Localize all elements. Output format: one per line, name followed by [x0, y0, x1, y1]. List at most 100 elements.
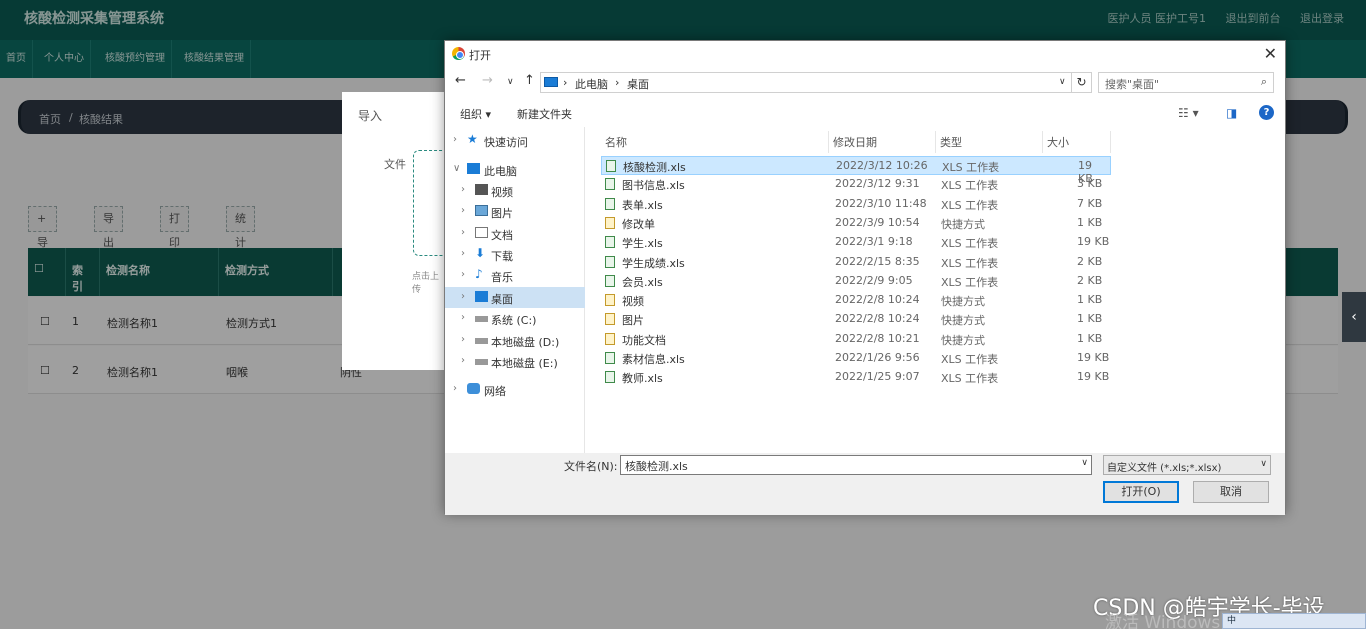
- file-row[interactable]: 素材信息.xls 2022/1/26 9:56 XLS 工作表 19 KB: [601, 349, 1111, 368]
- help-icon[interactable]: ?: [1259, 105, 1274, 120]
- file-row[interactable]: 学生成绩.xls 2022/2/15 8:35 XLS 工作表 2 KB: [601, 253, 1111, 272]
- excel-file-icon: [605, 371, 615, 384]
- tree-item-drive-e[interactable]: › 本地磁盘 (E:): [445, 351, 585, 372]
- tree-item-network[interactable]: › 网络: [445, 379, 585, 400]
- file-date: 2022/3/12 9:31: [835, 177, 920, 191]
- tree-label: 系统 (C:): [491, 314, 537, 327]
- file-type: 快捷方式: [941, 314, 985, 328]
- ime-mode[interactable]: 中: [1227, 616, 1236, 626]
- file-date: 2022/2/8 10:24: [835, 293, 920, 307]
- col-type-header[interactable]: 类型: [936, 131, 1043, 153]
- chevron-right-icon[interactable]: ›: [461, 334, 465, 345]
- file-type: XLS 工作表: [941, 372, 999, 386]
- file-name: 表单.xls: [622, 198, 663, 212]
- refresh-icon[interactable]: ↻: [1071, 72, 1092, 93]
- file-type: XLS 工作表: [941, 256, 999, 270]
- address-dropdown-icon[interactable]: ∨: [1059, 77, 1066, 87]
- tree-item-pictures[interactable]: › 图片: [445, 201, 585, 222]
- back-icon[interactable]: ←: [455, 73, 466, 88]
- tree-item-music[interactable]: › ♪ 音乐: [445, 265, 585, 286]
- tree-label: 本地磁盘 (E:): [491, 357, 558, 370]
- chevron-right-icon[interactable]: ›: [461, 312, 465, 323]
- file-size: 3 KB: [1077, 177, 1103, 191]
- file-name: 图片: [622, 314, 644, 328]
- chevron-right-icon[interactable]: ›: [453, 134, 457, 145]
- chevron-right-icon[interactable]: ›: [453, 383, 457, 394]
- chevron-right-icon[interactable]: ›: [461, 248, 465, 259]
- file-row[interactable]: 功能文档 2022/2/8 10:21 快捷方式 1 KB: [601, 330, 1111, 349]
- tree-item-videos[interactable]: › 视频: [445, 180, 585, 201]
- preview-pane-icon[interactable]: ◨: [1226, 106, 1237, 120]
- tree-item-desktop[interactable]: › 桌面: [445, 287, 585, 308]
- computer-icon: [467, 163, 480, 174]
- dialog-title: 打开: [469, 49, 491, 62]
- new-folder-button[interactable]: 新建文件夹: [517, 106, 572, 122]
- file-row[interactable]: 教师.xls 2022/1/25 9:07 XLS 工作表 19 KB: [601, 368, 1111, 387]
- chevron-right-icon[interactable]: ›: [461, 269, 465, 280]
- open-button[interactable]: 打开(O): [1103, 481, 1179, 503]
- file-date: 2022/1/25 9:07: [835, 370, 920, 384]
- file-row[interactable]: 视频 2022/2/8 10:24 快捷方式 1 KB: [601, 291, 1111, 310]
- file-size: 19 KB: [1077, 370, 1110, 384]
- tree-item-drive-c[interactable]: › 系统 (C:): [445, 308, 585, 329]
- tree-label: 音乐: [491, 271, 513, 284]
- col-name-header[interactable]: 名称: [601, 131, 829, 153]
- chrome-icon: [452, 47, 465, 60]
- tree-item-this-pc[interactable]: ∨ 此电脑: [445, 159, 585, 180]
- file-row[interactable]: 表单.xls 2022/3/10 11:48 XLS 工作表 7 KB: [601, 195, 1111, 214]
- import-dialog-title: 导入: [358, 109, 383, 123]
- file-date: 2022/3/10 11:48: [835, 196, 927, 210]
- file-type: XLS 工作表: [941, 237, 999, 251]
- file-type: XLS 工作表: [941, 179, 999, 193]
- view-options-icon[interactable]: ☷ ▾: [1178, 106, 1199, 120]
- chevron-right-icon[interactable]: ›: [461, 184, 465, 195]
- address-bar[interactable]: › 此电脑 › 桌面 ∨: [540, 72, 1092, 93]
- file-type: XLS 工作表: [941, 198, 999, 212]
- file-type: 快捷方式: [941, 333, 985, 347]
- dialog-footer: 文件名(N): 核酸检测.xls ∨ 自定义文件 (*.xls;*.xlsx) …: [445, 453, 1285, 515]
- file-row[interactable]: 图片 2022/2/8 10:24 快捷方式 1 KB: [601, 310, 1111, 329]
- file-row[interactable]: 学生.xls 2022/3/1 9:18 XLS 工作表 19 KB: [601, 233, 1111, 252]
- chevron-right-icon[interactable]: ›: [461, 227, 465, 238]
- tree-item-documents[interactable]: › 文档: [445, 223, 585, 244]
- side-panel-toggle[interactable]: ‹: [1342, 292, 1366, 342]
- upload-hint: 点击上传: [412, 272, 440, 295]
- tree-item-drive-d[interactable]: › 本地磁盘 (D:): [445, 330, 585, 351]
- recent-locations-icon[interactable]: ∨: [507, 77, 514, 87]
- chevron-right-icon[interactable]: ›: [461, 355, 465, 366]
- organize-button[interactable]: 组织 ▾: [460, 106, 491, 122]
- path-segment-desktop[interactable]: 桌面: [627, 76, 649, 92]
- search-input[interactable]: 搜索"桌面" ⌕: [1098, 72, 1274, 93]
- file-row[interactable]: 会员.xls 2022/2/9 9:05 XLS 工作表 2 KB: [601, 272, 1111, 291]
- cancel-button[interactable]: 取消: [1193, 481, 1269, 503]
- tree-item-quick-access[interactable]: › ★ 快速访问: [445, 130, 585, 151]
- forward-icon[interactable]: →: [482, 73, 493, 88]
- up-icon[interactable]: ↑: [524, 73, 535, 88]
- filetype-select[interactable]: 自定义文件 (*.xls;*.xlsx) ∨: [1103, 455, 1271, 475]
- col-date-header[interactable]: 修改日期: [829, 131, 936, 153]
- chevron-down-icon[interactable]: ∨: [1081, 458, 1088, 468]
- ime-toolbar[interactable]: 中: [1222, 613, 1366, 629]
- download-icon: ⬇: [475, 246, 486, 260]
- col-size-header[interactable]: 大小: [1043, 131, 1111, 153]
- file-name: 学生成绩.xls: [622, 256, 685, 270]
- file-name: 功能文档: [622, 333, 666, 347]
- desktop-icon: [475, 291, 488, 302]
- chevron-right-icon[interactable]: ›: [461, 291, 465, 302]
- filename-input[interactable]: 核酸检测.xls ∨: [620, 455, 1092, 475]
- path-segment-pc[interactable]: 此电脑: [575, 76, 608, 92]
- file-row[interactable]: 修改单 2022/3/9 10:54 快捷方式 1 KB: [601, 214, 1111, 233]
- chevron-down-icon[interactable]: ∨: [453, 163, 460, 174]
- drive-icon: [475, 338, 488, 344]
- file-type: 快捷方式: [941, 217, 985, 231]
- file-row[interactable]: 图书信息.xls 2022/3/12 9:31 XLS 工作表 3 KB: [601, 175, 1111, 194]
- command-bar: 组织 ▾ 新建文件夹 ☷ ▾ ◨: [445, 99, 1285, 127]
- chevron-right-icon[interactable]: ›: [461, 205, 465, 216]
- file-date: 2022/2/8 10:24: [835, 312, 920, 326]
- filetype-value: 自定义文件 (*.xls;*.xlsx): [1107, 463, 1222, 474]
- file-row[interactable]: 核酸检测.xls 2022/3/12 10:26 XLS 工作表 19 KB: [601, 156, 1111, 185]
- close-icon[interactable]: ✕: [1264, 44, 1277, 63]
- activate-windows-watermark: 激活 Windows: [1105, 613, 1221, 629]
- shortcut-icon: [605, 332, 615, 345]
- tree-item-downloads[interactable]: › ⬇ 下载: [445, 244, 585, 265]
